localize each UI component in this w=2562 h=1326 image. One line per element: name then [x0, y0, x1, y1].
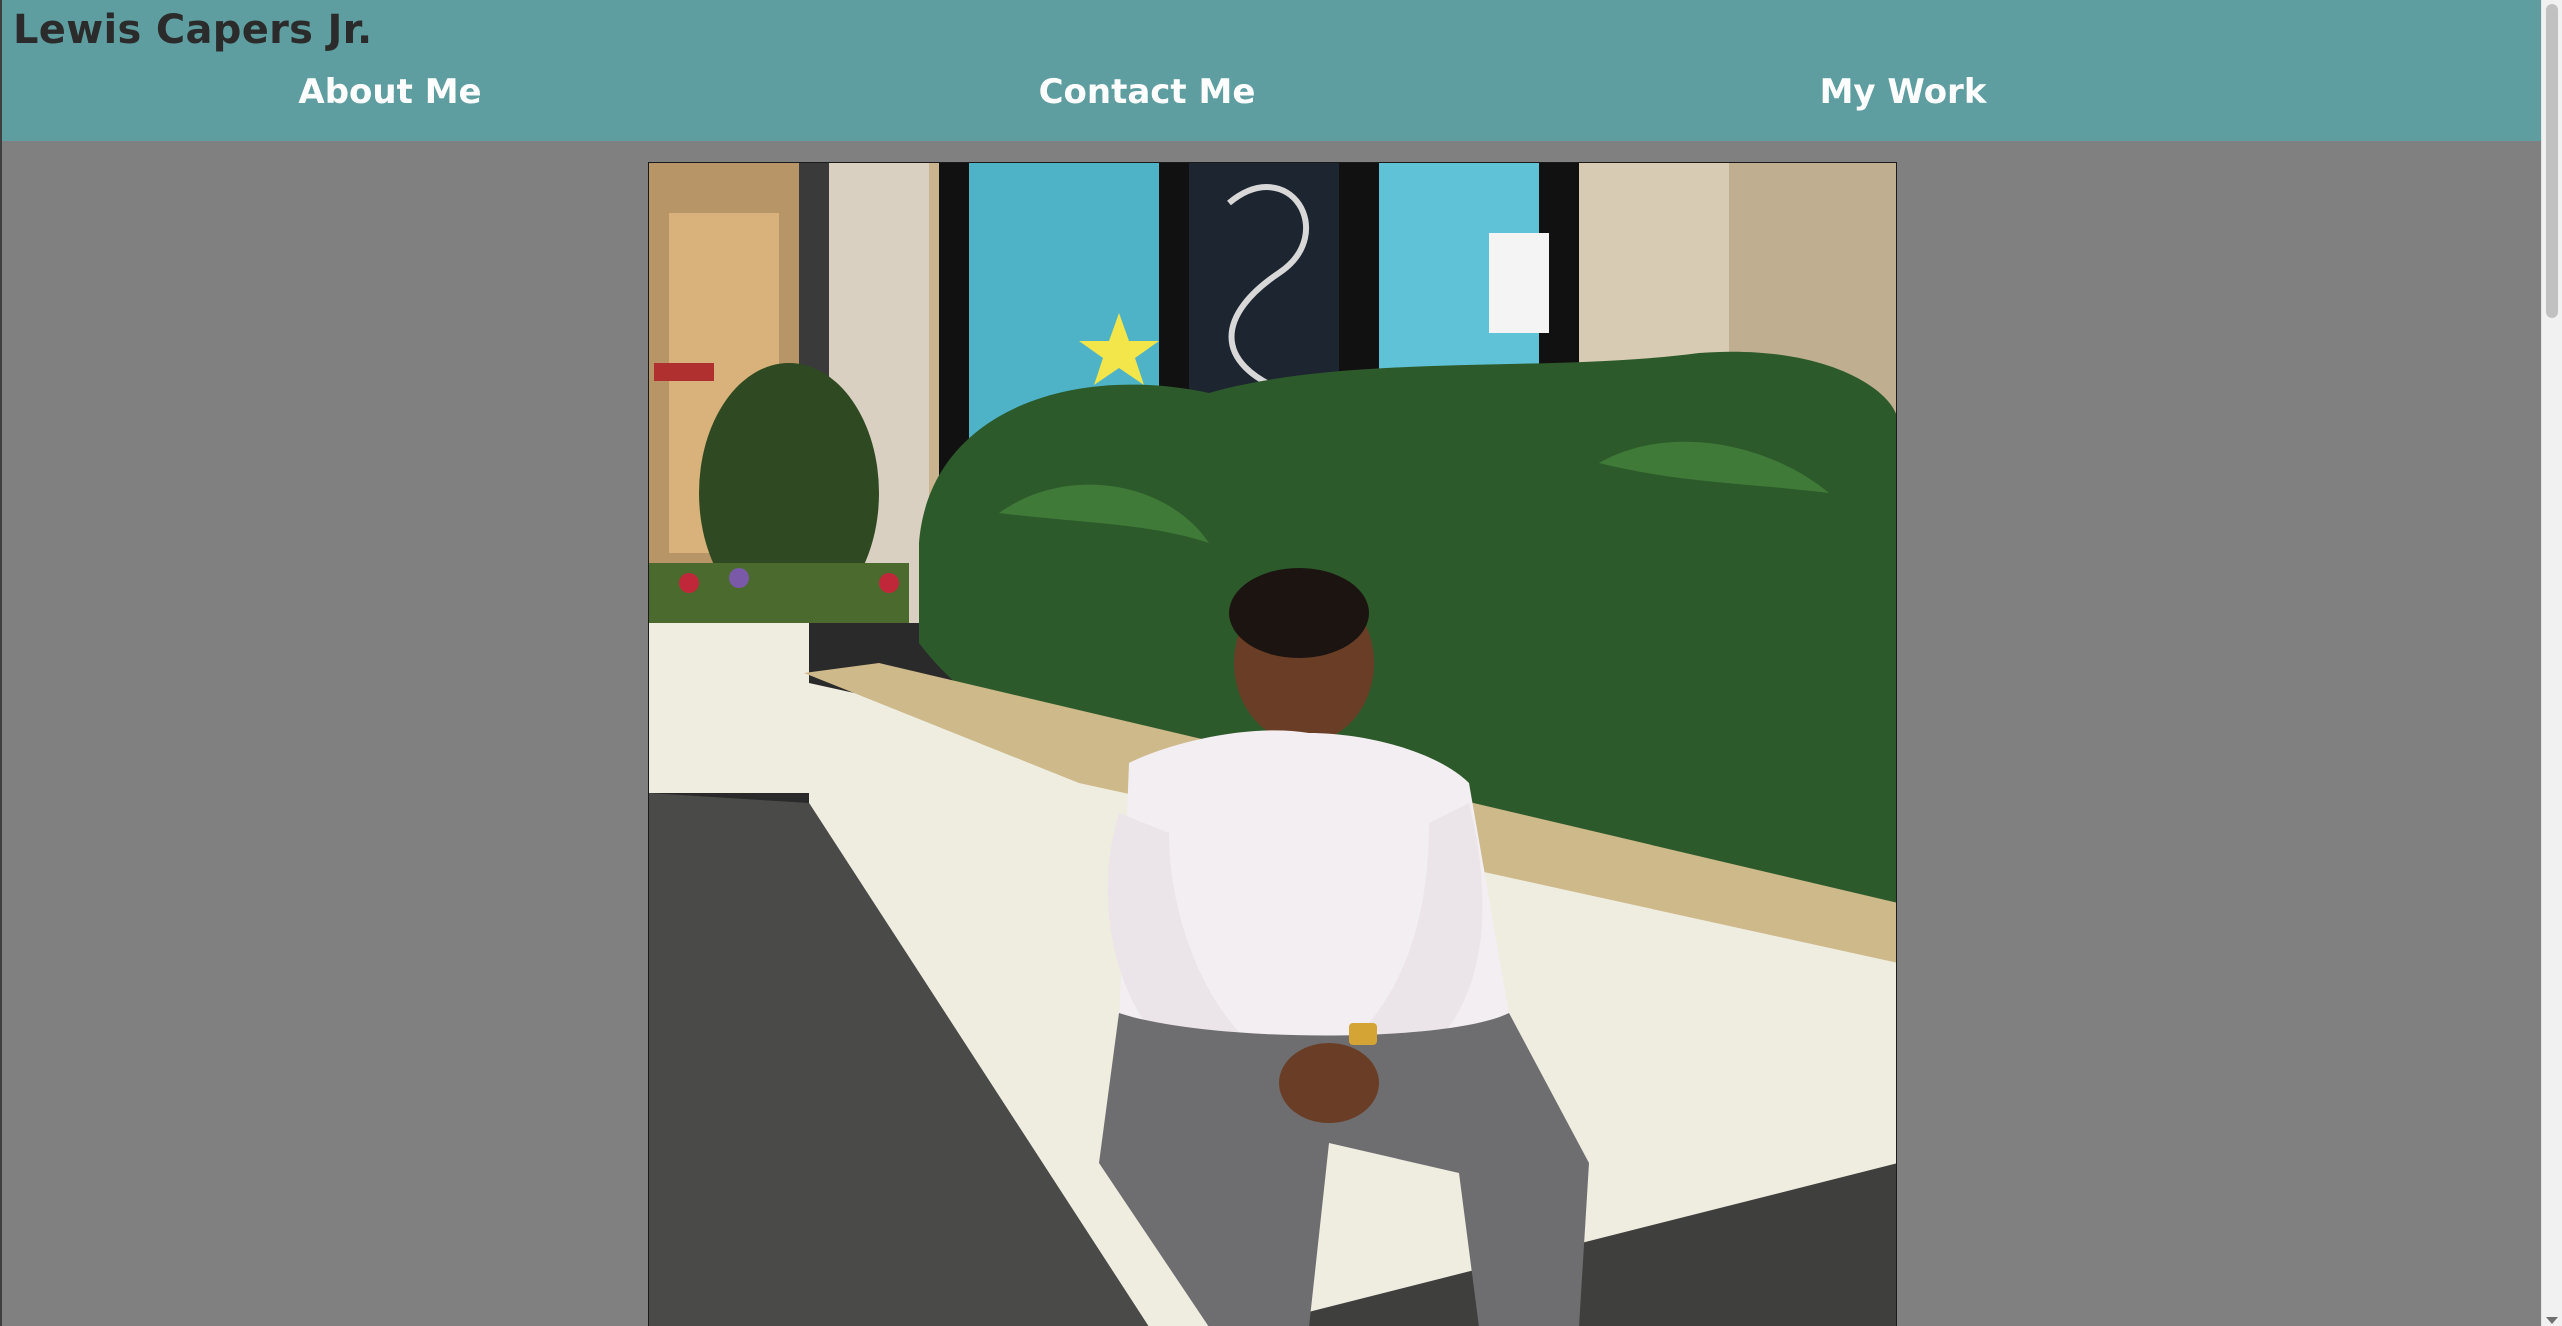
portrait-photo	[648, 162, 1897, 1326]
flower	[879, 573, 899, 593]
page: Lewis Capers Jr. About Me Contact Me My …	[0, 0, 2562, 1326]
gold-watch	[1349, 1023, 1377, 1045]
scroll-down-arrow-icon[interactable]	[2546, 1317, 2558, 1324]
flower-bed	[649, 563, 909, 623]
person-hair	[1229, 568, 1369, 658]
flower	[679, 573, 699, 593]
window-left-edge	[0, 0, 2, 1326]
parking-sign	[654, 363, 714, 381]
scrollbar-thumb[interactable]	[2546, 4, 2558, 318]
nav-link-contact-me[interactable]: Contact Me	[1039, 64, 1256, 120]
clasped-hands	[1279, 1043, 1379, 1123]
portrait-photo-illustration	[649, 163, 1896, 1326]
flower	[729, 568, 749, 588]
planter-wall-left	[649, 623, 809, 793]
nav-link-my-work[interactable]: My Work	[1820, 64, 1987, 120]
main-nav: About Me Contact Me My Work	[2, 64, 2542, 120]
nav-link-about-me[interactable]: About Me	[298, 64, 481, 120]
site-header: Lewis Capers Jr. About Me Contact Me My …	[2, 0, 2542, 141]
site-title: Lewis Capers Jr.	[13, 7, 373, 53]
cake-display	[1489, 233, 1549, 333]
vertical-scrollbar[interactable]	[2541, 0, 2562, 1326]
